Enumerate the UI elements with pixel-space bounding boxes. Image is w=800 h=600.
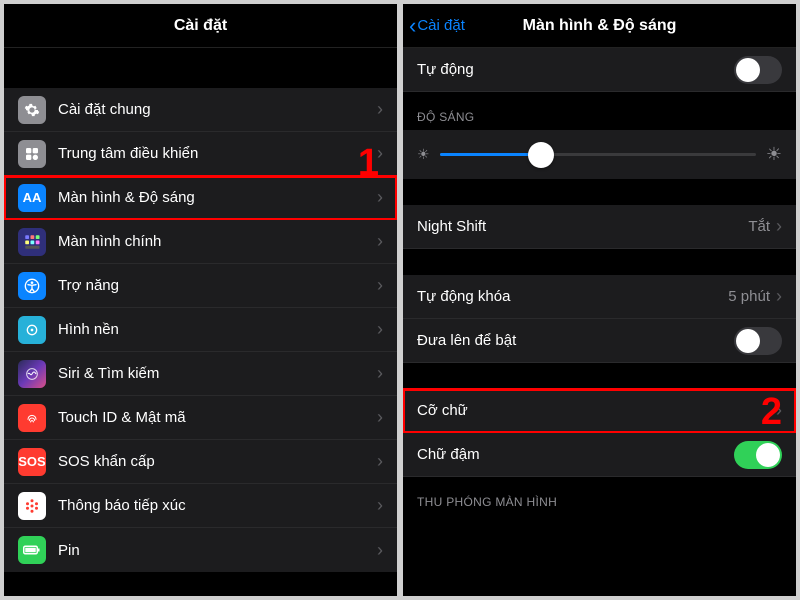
row-siri[interactable]: Siri & Tìm kiếm › [4,352,397,396]
sun-small-icon: ☀︎ [417,146,430,163]
page-title: Cài đặt [174,17,227,35]
row-control-center[interactable]: Trung tâm điều khiển › [4,132,397,176]
toggle-bold[interactable] [734,441,782,469]
row-label: Thông báo tiếp xúc [58,497,377,514]
chevron-right-icon: › [377,451,383,472]
row-label: Tự động [417,61,734,78]
row-label: Cài đặt chung [58,101,377,118]
settings-root-pane: Cài đặt Cài đặt chung › Trung tâm điều k… [4,4,397,596]
brightness-slider[interactable] [440,153,756,156]
row-night-shift[interactable]: Night Shift Tắt › [403,205,796,249]
row-bold-text[interactable]: Chữ đậm [403,433,796,477]
wallpaper-icon [18,316,46,344]
toggle-raise[interactable] [734,327,782,355]
spacer [403,179,796,205]
row-autolock[interactable]: Tự động khóa 5 phút › [403,275,796,319]
page-title: Màn hình & Độ sáng [523,17,677,35]
row-wallpaper[interactable]: Hình nền › [4,308,397,352]
row-label: Hình nền [58,321,377,338]
display-list: Tự động ĐỘ SÁNG ☀︎ ☀︎ Night Shift Tắt › … [403,48,796,596]
chevron-right-icon: › [377,540,383,561]
siri-icon [18,360,46,388]
gear-icon [18,96,46,124]
navbar: Cài đặt [4,4,397,48]
exposure-icon [18,492,46,520]
row-label: Màn hình & Độ sáng [58,189,377,206]
chevron-right-icon: › [776,400,782,421]
row-label: Tự động khóa [417,288,728,305]
row-label: Cỡ chữ [417,402,776,419]
row-value: Tắt [748,218,770,235]
chevron-left-icon: ‹ [409,15,416,37]
brightness-slider-row: ☀︎ ☀︎ [403,130,796,179]
row-label: Pin [58,542,377,559]
touchid-icon [18,404,46,432]
back-label: Cài đặt [417,17,465,34]
toggle-auto[interactable] [734,56,782,84]
sos-icon: SOS [18,448,46,476]
section-brightness: ĐỘ SÁNG [403,92,796,130]
chevron-right-icon: › [776,286,782,307]
row-auto[interactable]: Tự động [403,48,796,92]
row-label: Trợ năng [58,277,377,294]
row-label: Night Shift [417,218,748,235]
chevron-right-icon: › [377,495,383,516]
row-home-screen[interactable]: Màn hình chính › [4,220,397,264]
home-screen-icon [18,228,46,256]
chevron-right-icon: › [377,231,383,252]
row-label: Touch ID & Mật mã [58,409,377,426]
control-center-icon [18,140,46,168]
display-icon: AA [18,184,46,212]
row-label: Đưa lên để bật [417,332,734,349]
row-general[interactable]: Cài đặt chung › [4,88,397,132]
spacer [403,249,796,275]
back-button[interactable]: ‹ Cài đặt [409,15,465,37]
accessibility-icon [18,272,46,300]
row-label: Siri & Tìm kiếm [58,365,377,382]
row-accessibility[interactable]: Trợ năng › [4,264,397,308]
row-label: Màn hình chính [58,233,377,250]
navbar: ‹ Cài đặt Màn hình & Độ sáng [403,4,796,48]
chevron-right-icon: › [377,99,383,120]
chevron-right-icon: › [377,363,383,384]
chevron-right-icon: › [377,319,383,340]
row-label: SOS khẩn cấp [58,453,377,470]
row-display-brightness[interactable]: AA Màn hình & Độ sáng › [4,176,397,220]
row-exposure[interactable]: Thông báo tiếp xúc › [4,484,397,528]
battery-icon [18,536,46,564]
display-brightness-pane: ‹ Cài đặt Màn hình & Độ sáng Tự động ĐỘ … [403,4,796,596]
row-label: Chữ đậm [417,446,734,463]
chevron-right-icon: › [776,216,782,237]
section-zoom: THU PHÓNG MÀN HÌNH [403,477,796,515]
chevron-right-icon: › [377,143,383,164]
row-battery[interactable]: Pin › [4,528,397,572]
chevron-right-icon: › [377,187,383,208]
chevron-right-icon: › [377,275,383,296]
row-text-size[interactable]: Cỡ chữ › [403,389,796,433]
row-label: Trung tâm điều khiển [58,145,377,162]
spacer [403,363,796,389]
slider-thumb[interactable] [528,142,554,168]
row-raise-to-wake[interactable]: Đưa lên để bật [403,319,796,363]
row-value: 5 phút [728,288,770,305]
row-touchid[interactable]: Touch ID & Mật mã › [4,396,397,440]
sun-large-icon: ☀︎ [766,144,782,165]
row-sos[interactable]: SOS SOS khẩn cấp › [4,440,397,484]
spacer [4,48,397,88]
chevron-right-icon: › [377,407,383,428]
settings-list: Cài đặt chung › Trung tâm điều khiển › A… [4,48,397,596]
